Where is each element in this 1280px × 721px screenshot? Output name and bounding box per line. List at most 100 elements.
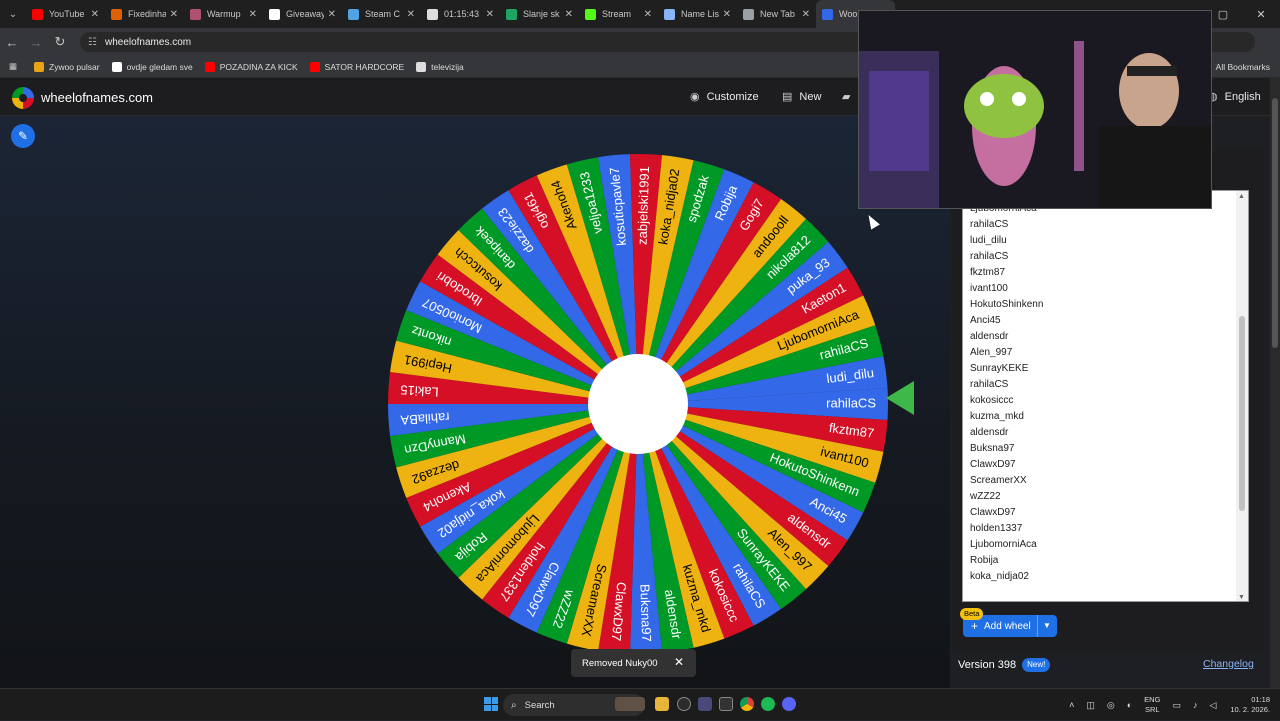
tab-close-icon[interactable]: ✕ [723, 9, 731, 20]
site-brand[interactable]: wheelofnames.com [41, 90, 153, 105]
entry-line[interactable]: koka_nidja02 [963, 569, 1248, 585]
bookmark-item[interactable]: SATOR HARDCORE [309, 61, 404, 72]
browser-tab[interactable]: Fixedinha ✕ [105, 0, 184, 28]
entry-line[interactable]: ClawxD97 [963, 457, 1248, 473]
tab-label: Name Lis [681, 9, 719, 19]
chrome-icon[interactable] [740, 697, 754, 711]
entry-line[interactable]: Anci45 [963, 313, 1248, 329]
browser-tab[interactable]: Slanje sk ✕ [500, 0, 579, 28]
toast-close-icon[interactable]: ✕ [674, 655, 684, 669]
language-button[interactable]: ◍ English [1208, 90, 1261, 104]
browser-tab[interactable]: Giveaway ✕ [263, 0, 342, 28]
entry-line[interactable]: aldensdr [963, 329, 1248, 345]
wheel-center-hub[interactable] [588, 354, 688, 454]
scroll-down-icon[interactable]: ▼ [1238, 594, 1245, 601]
tab-favicon-icon [506, 8, 517, 20]
entry-line[interactable]: rahilaCS [963, 377, 1248, 393]
forward-icon[interactable]: → [24, 28, 48, 56]
browser-tab[interactable]: 01:15:43 ✕ [421, 0, 500, 28]
entry-line[interactable]: Alen_997 [963, 345, 1248, 361]
edit-pencil-button[interactable]: ✎ [11, 124, 35, 148]
entry-line[interactable]: rahilaCS [963, 249, 1248, 265]
bookmark-item[interactable]: Zywoo pulsar [34, 61, 100, 72]
entry-line[interactable]: aldensdr [963, 425, 1248, 441]
bookmark-label: POZADINA ZA KICK [219, 61, 298, 72]
bookmark-item[interactable]: POZADINA ZA KICK [204, 61, 298, 72]
discord-icon[interactable] [782, 697, 796, 711]
wheel-logo-icon[interactable] [12, 87, 34, 109]
tab-strip: YouTube ✕ Fixedinha ✕ Warmup ✕ Giveaway ✕ Steam … [26, 0, 895, 28]
entry-line[interactable]: holden1337 [963, 521, 1248, 537]
tab-close-icon[interactable]: ✕ [407, 9, 415, 20]
browser-tab[interactable]: Warmup ✕ [184, 0, 263, 28]
entry-line[interactable]: rahilaCS [963, 217, 1248, 233]
entry-line[interactable]: ivant100 [963, 281, 1248, 297]
entry-line[interactable]: ludi_dilu [963, 233, 1248, 249]
changelog-link[interactable]: Changelog [1203, 658, 1254, 670]
audio-tray-icon[interactable]: ◐ [1127, 700, 1132, 710]
site-info-icon[interactable]: ☷ [88, 37, 97, 48]
new-button[interactable]: ▤ New [782, 90, 821, 104]
tab-close-icon[interactable]: ✕ [802, 9, 810, 20]
customize-button[interactable]: ◉ Customize [690, 90, 759, 104]
tab-close-icon[interactable]: ✕ [249, 9, 257, 20]
name-wheel[interactable]: rahilaCSfkztm87ivant100HokutoShinkennAnc… [380, 146, 896, 662]
browser-tab[interactable]: Stream ✕ [579, 0, 658, 28]
entry-line[interactable]: kokosiccc [963, 393, 1248, 409]
browser-tab[interactable]: New Tab ✕ [737, 0, 816, 28]
file-explorer-icon[interactable] [655, 697, 669, 711]
chevron-up-icon[interactable]: ˄ [1069, 700, 1074, 710]
browser-tab[interactable]: Name Lis ✕ [658, 0, 737, 28]
bookmark-item[interactable]: ovdje gledam sve [111, 61, 193, 72]
language-indicator[interactable]: ENG SRL [1144, 695, 1160, 715]
entry-line[interactable]: wZZ22 [963, 489, 1248, 505]
entry-line[interactable]: ScreamerXX [963, 473, 1248, 489]
app-icon[interactable] [719, 697, 733, 711]
browser-tab[interactable]: YouTube ✕ [26, 0, 105, 28]
network-icon[interactable]: ▭ [1172, 700, 1181, 711]
version-info: Version 398 New! [958, 658, 1051, 672]
tab-favicon-icon [664, 8, 675, 20]
steam-tray-icon[interactable]: ◎ [1107, 700, 1115, 711]
entry-line[interactable]: Buksna97 [963, 441, 1248, 457]
tab-close-icon[interactable]: ✕ [328, 9, 336, 20]
entry-line[interactable]: ClawxD97 [963, 505, 1248, 521]
steam-icon[interactable] [698, 697, 712, 711]
controller-icon[interactable]: ◫ [1086, 700, 1095, 711]
tab-close-icon[interactable]: ✕ [91, 9, 99, 20]
speaker-icon[interactable]: ◁ [1209, 700, 1216, 711]
open-button[interactable]: ▰ [842, 90, 857, 103]
bookmark-item[interactable]: televizija [416, 61, 464, 72]
tab-close-icon[interactable]: ✕ [565, 9, 573, 20]
obs-icon[interactable] [677, 697, 691, 711]
tab-close-icon[interactable]: ✕ [170, 9, 178, 20]
tab-close-icon[interactable]: ✕ [486, 9, 494, 20]
browser-tab[interactable]: Steam C ✕ [342, 0, 421, 28]
entry-line[interactable]: Robija [963, 553, 1248, 569]
page-scroll-thumb[interactable] [1272, 98, 1278, 348]
close-window-icon[interactable]: ✕ [1242, 0, 1280, 28]
entries-scrollbar[interactable]: ▲ ▼ [1236, 191, 1248, 601]
entry-line[interactable]: kuzma_mkd [963, 409, 1248, 425]
spotify-icon[interactable] [761, 697, 775, 711]
clock[interactable]: 01:18 10. 2. 2026. [1230, 695, 1270, 715]
entry-line[interactable]: LjubomorniAca [963, 537, 1248, 553]
tab-close-icon[interactable]: ✕ [644, 9, 652, 20]
page-scrollbar[interactable] [1270, 78, 1280, 688]
all-bookmarks[interactable]: ▭All Bookmarks [1203, 56, 1270, 78]
entry-line[interactable]: SunrayKEKE [963, 361, 1248, 377]
chevron-down-icon[interactable]: ▼ [1043, 621, 1051, 630]
entries-textarea[interactable]: Kaeton1LjubomorniAcarahilaCSludi_dilurah… [962, 190, 1249, 602]
reload-icon[interactable]: ↻ [48, 28, 72, 56]
tab-favicon-icon [585, 8, 596, 20]
widget-icon[interactable] [615, 697, 645, 711]
entry-line[interactable]: fkztm87 [963, 265, 1248, 281]
tab-search-icon[interactable]: ⌄ [0, 0, 26, 28]
mic-icon[interactable]: ♪ [1193, 700, 1198, 710]
entry-line[interactable]: HokutoShinkenn [963, 297, 1248, 313]
scroll-up-icon[interactable]: ▲ [1238, 193, 1245, 200]
windows-start-icon[interactable] [484, 697, 498, 711]
apps-grid-icon[interactable]: ▦ [0, 61, 26, 72]
back-icon[interactable]: ← [0, 28, 24, 56]
entries-scroll-thumb[interactable] [1239, 316, 1245, 511]
